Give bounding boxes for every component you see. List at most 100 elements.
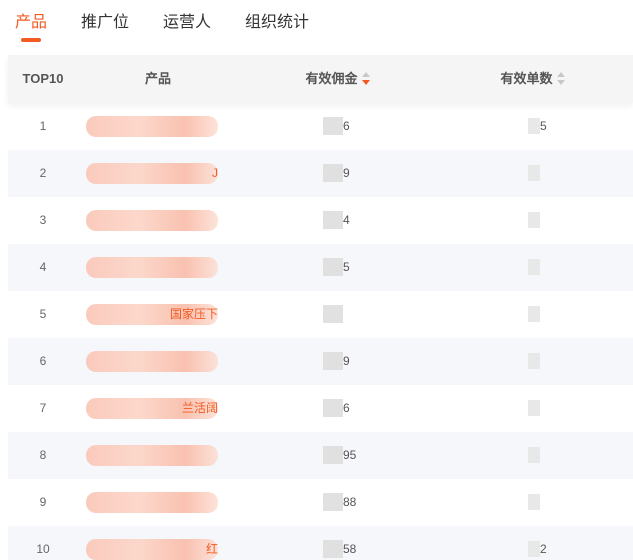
column-header-rank: TOP10 — [22, 71, 64, 86]
redacted-orders — [528, 400, 540, 416]
product-name-fragment: 国家压下 — [169, 307, 218, 321]
orders-cell: 2 — [518, 526, 578, 560]
product-cell[interactable] — [86, 479, 226, 526]
rank-cell: 3 — [39, 213, 47, 227]
commission-cell: 88 — [313, 479, 393, 526]
redacted-product-name — [86, 163, 218, 184]
commission-value: 5 — [343, 260, 350, 274]
commission-cell: 9 — [313, 338, 393, 385]
redacted-orders — [528, 353, 540, 369]
tab-promotion-slot[interactable]: 推广位 — [81, 13, 129, 33]
redacted-commission — [323, 258, 343, 276]
product-cell[interactable]: J — [86, 150, 226, 197]
redacted-product-name — [86, 351, 218, 372]
commission-cell: 4 — [313, 197, 393, 244]
product-cell[interactable] — [86, 432, 226, 479]
column-header-orders[interactable]: 有效单数 — [463, 55, 603, 103]
table-row[interactable]: 10 红 58 2 — [8, 526, 633, 560]
table-row[interactable]: 2 J 9 — [8, 150, 633, 197]
product-cell[interactable]: 红 — [86, 526, 226, 560]
tab-org-stats[interactable]: 组织统计 — [245, 13, 309, 33]
table-row[interactable]: 9 88 — [8, 479, 633, 526]
orders-cell — [518, 291, 578, 338]
product-cell[interactable] — [86, 338, 226, 385]
commission-value: 88 — [343, 495, 357, 509]
commission-cell: 95 — [313, 432, 393, 479]
active-tab-indicator — [21, 38, 41, 42]
redacted-commission — [323, 540, 343, 558]
column-header-commission[interactable]: 有效佣金 — [268, 55, 408, 103]
rank-cell: 1 — [39, 119, 47, 133]
redacted-orders — [528, 306, 540, 322]
rank-cell: 7 — [39, 401, 47, 415]
orders-value: 5 — [540, 119, 547, 133]
product-cell[interactable]: 兰活阔 — [86, 385, 226, 432]
redacted-product-name — [86, 445, 218, 466]
column-header-product: 产品 — [144, 71, 171, 86]
redacted-orders — [528, 118, 540, 134]
rank-cell: 9 — [39, 495, 47, 509]
orders-cell — [518, 338, 578, 385]
redacted-product-name — [86, 539, 218, 560]
commission-cell: 6 — [313, 385, 393, 432]
redacted-commission — [323, 305, 343, 323]
table-row[interactable]: 5 国家压下 — [8, 291, 633, 338]
sort-desc-icon[interactable] — [361, 71, 371, 86]
redacted-commission — [323, 211, 343, 229]
rank-cell: 2 — [39, 166, 47, 180]
product-cell[interactable] — [86, 103, 226, 150]
table-header: TOP10 产品 有效佣金 有效单数 — [8, 55, 633, 103]
orders-cell — [518, 479, 578, 526]
product-cell[interactable] — [86, 244, 226, 291]
table-row[interactable]: 34 — [8, 197, 633, 244]
table-row[interactable]: 8 95 — [8, 432, 633, 479]
product-cell[interactable] — [86, 197, 226, 244]
commission-cell: 6 — [313, 103, 393, 150]
redacted-commission — [323, 117, 343, 135]
table-row[interactable]: 69 — [8, 338, 633, 385]
tab-operator[interactable]: 运营人 — [163, 13, 211, 33]
sort-icon[interactable] — [556, 71, 566, 86]
product-cell[interactable]: 国家压下 — [86, 291, 226, 338]
commission-cell — [313, 291, 393, 338]
commission-value: 95 — [343, 448, 357, 462]
table-row[interactable]: 7 兰活阔 6 — [8, 385, 633, 432]
rank-cell: 4 — [39, 260, 47, 274]
orders-cell — [518, 385, 578, 432]
rank-cell: 6 — [39, 354, 47, 368]
commission-value: 9 — [343, 166, 350, 180]
orders-cell — [518, 432, 578, 479]
redacted-orders — [528, 447, 540, 463]
commission-value: 6 — [343, 401, 350, 415]
commission-value: 9 — [343, 354, 350, 368]
commission-cell: 58 — [313, 526, 393, 560]
column-header-orders-label: 有效单数 — [500, 71, 553, 86]
redacted-product-name — [86, 257, 218, 278]
orders-cell — [518, 197, 578, 244]
commission-cell: 5 — [313, 244, 393, 291]
orders-cell — [518, 244, 578, 291]
redacted-orders — [528, 259, 540, 275]
tab-product[interactable]: 产品 — [15, 13, 47, 33]
table-row[interactable]: 45 — [8, 244, 633, 291]
redacted-orders — [528, 494, 540, 510]
redacted-product-name — [86, 116, 218, 137]
table-row[interactable]: 1 6 5 — [8, 103, 633, 150]
commission-cell: 9 — [313, 150, 393, 197]
redacted-commission — [323, 352, 343, 370]
commission-value: 58 — [343, 542, 357, 556]
product-name-fragment: 兰活阔 — [181, 401, 218, 415]
top10-table: TOP10 产品 有效佣金 有效单数 1 6 5 2 J 9 3 4 4 5 5 国家压下 6 9 7 兰活阔… — [8, 55, 633, 560]
rank-cell: 8 — [39, 448, 47, 462]
column-header-commission-label: 有效佣金 — [305, 71, 358, 86]
redacted-orders — [528, 541, 540, 557]
product-name-fragment: 红 — [205, 542, 218, 556]
orders-value: 2 — [540, 542, 547, 556]
product-name-fragment: J — [212, 166, 218, 180]
redacted-commission — [323, 164, 343, 182]
redacted-product-name — [86, 210, 218, 231]
tab-bar: 产品 推广位 运营人 组织统计 — [0, 0, 633, 54]
redacted-product-name — [86, 492, 218, 513]
redacted-commission — [323, 493, 343, 511]
redacted-orders — [528, 165, 540, 181]
